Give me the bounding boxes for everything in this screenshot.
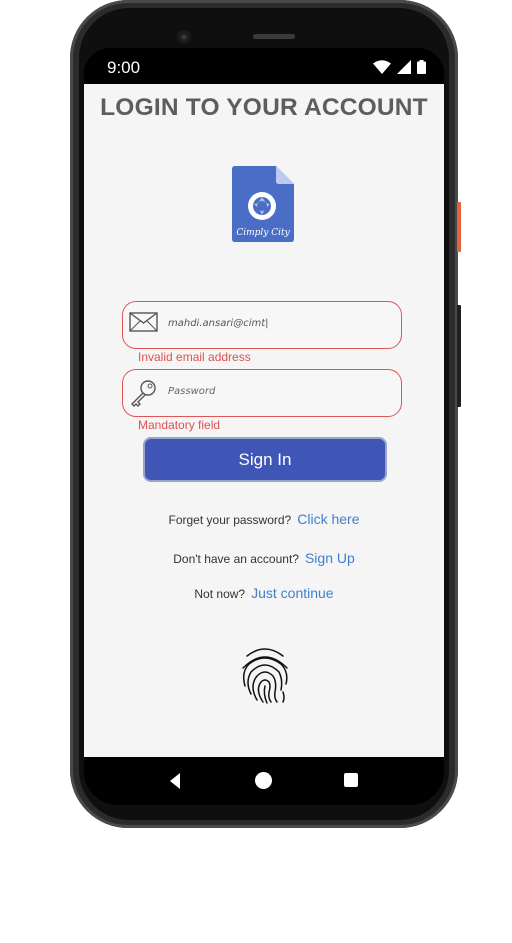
volume-button <box>457 305 461 407</box>
email-error: Invalid email address <box>138 350 251 364</box>
password-input[interactable]: Password <box>168 386 215 397</box>
forgot-password-prompt: Forget your password? <box>168 513 292 527</box>
wifi-icon <box>373 60 391 74</box>
email-field[interactable]: mahdi.ansari@cimt| <box>122 301 402 349</box>
sign-in-button[interactable]: Sign In <box>145 439 385 480</box>
sign-up-row: Don't have an account? Sign Up <box>84 550 444 568</box>
status-icons <box>373 60 426 74</box>
sign-up-prompt: Don't have an account? <box>173 552 299 566</box>
earpiece-speaker <box>253 34 295 39</box>
skip-row: Not now? Just continue <box>84 585 444 603</box>
login-screen: LOGIN TO YOUR ACCOUNT Cimply City mahdi.… <box>84 84 444 757</box>
status-time: 9:00 <box>107 58 141 77</box>
envelope-icon <box>129 310 159 338</box>
fingerprint-icon[interactable] <box>239 646 291 704</box>
password-error: Mandatory field <box>138 418 221 432</box>
battery-icon <box>417 60 426 74</box>
front-camera <box>177 30 191 44</box>
password-field[interactable]: Password <box>122 369 402 417</box>
signal-icon <box>397 60 411 74</box>
forgot-password-row: Forget your password? Click here <box>84 511 444 529</box>
status-bar: 9:00 <box>84 48 444 84</box>
back-icon[interactable] <box>170 773 180 789</box>
power-button <box>457 202 461 252</box>
skip-prompt: Not now? <box>194 587 246 601</box>
page-title: LOGIN TO YOUR ACCOUNT <box>100 94 428 121</box>
email-input[interactable]: mahdi.ansari@cimt| <box>168 318 269 329</box>
phone-screen: 9:00 LOGIN TO YOUR ACCOUNT Cimply City m… <box>84 48 444 805</box>
recents-icon[interactable] <box>344 773 358 787</box>
sign-up-link[interactable]: Sign Up <box>305 550 355 566</box>
navigation-bar <box>84 757 444 805</box>
just-continue-link[interactable]: Just continue <box>251 585 334 601</box>
forgot-password-link[interactable]: Click here <box>297 511 359 527</box>
home-icon[interactable] <box>255 772 272 789</box>
key-icon <box>129 378 159 412</box>
logo-text: Cimply City <box>236 228 290 238</box>
app-logo: Cimply City <box>232 166 294 242</box>
